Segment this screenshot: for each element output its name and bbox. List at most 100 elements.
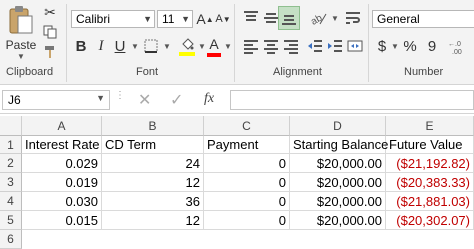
paste-button[interactable]: Paste ▼ [4,2,38,62]
align-center-button[interactable] [262,36,280,56]
bottom-align-button[interactable] [278,6,300,30]
name-box[interactable]: J6 ▼ [2,90,110,110]
data-cell[interactable]: ($21,881.03) [386,192,474,211]
column-header-e[interactable]: E [386,116,474,136]
bold-button[interactable]: B [72,36,90,56]
underline-button[interactable]: U [112,36,128,56]
row-header[interactable]: 3 [0,173,22,192]
format-painter-icon [45,46,54,58]
data-cell[interactable]: 12 [102,173,204,192]
svg-text:←.0: ←.0 [448,41,461,48]
data-cell[interactable]: $20,000.00 [290,154,386,173]
align-left-button[interactable] [242,36,260,56]
font-name-select[interactable]: Calibri ▼ [71,10,155,28]
header-cell-payment[interactable]: Payment [204,136,290,154]
data-cell[interactable]: ($20,383.33) [386,173,474,192]
top-align-button[interactable] [242,8,260,28]
column-header-c[interactable]: C [204,116,290,136]
cancel-icon[interactable]: ✕ [138,90,151,110]
number-group-label: Number [404,66,444,78]
data-cell[interactable]: 36 [102,192,204,211]
underline-label: U [114,37,126,55]
format-painter-button[interactable] [42,44,58,60]
formula-bar: J6 ▼ ⋮ ✕ ✓ fx [0,86,474,114]
group-divider [368,4,369,82]
number-format-select[interactable]: General [372,10,474,28]
row-header[interactable]: 5 [0,211,22,230]
borders-button[interactable] [143,38,159,54]
row-header[interactable]: 2 [0,154,22,173]
data-cell[interactable]: ($20,302.07) [386,211,474,230]
font-color-button[interactable]: A [206,36,222,58]
data-cell[interactable]: 0 [204,154,290,173]
data-cell[interactable]: ($21,192.82) [386,154,474,173]
chevron-down-icon[interactable]: ▼ [391,42,399,51]
shrink-font-icon: A [215,13,223,25]
merge-center-button[interactable] [346,36,364,56]
header-cell-starting-balance[interactable]: Starting Balance [290,136,388,154]
fill-color-button[interactable] [178,36,196,58]
formula-input[interactable] [230,90,474,110]
orientation-button[interactable]: ab [308,8,330,28]
data-cell[interactable]: 0 [204,192,290,211]
increase-font-size-button[interactable]: A ▲ [196,10,213,28]
percent-icon: % [403,37,417,55]
data-cell[interactable]: 0.015 [22,211,102,230]
column-header-a[interactable]: A [22,116,102,136]
data-cell[interactable]: 0.019 [22,173,102,192]
font-group-label: Font [136,66,159,78]
align-right-button[interactable] [282,36,300,56]
accounting-format-button[interactable]: $ [374,36,390,56]
wrap-text-button[interactable] [344,8,362,28]
data-cell[interactable]: 0 [204,211,290,230]
data-cell[interactable]: 12 [102,211,204,230]
chevron-down-icon[interactable]: ▼ [224,42,232,51]
column-header-d[interactable]: D [290,116,386,136]
data-cell[interactable]: 0.030 [22,192,102,211]
data-cell[interactable]: $20,000.00 [290,192,386,211]
data-cell[interactable]: 24 [102,154,204,173]
increase-decimal-button[interactable]: ←.0.00 [446,36,472,56]
svg-text:.00: .00 [452,49,462,55]
column-header-b[interactable]: B [102,116,204,136]
italic-button[interactable]: I [94,36,108,56]
comma-style-button[interactable]: 9 [424,36,440,56]
grow-font-icon: A [196,11,206,27]
select-all-corner[interactable] [0,116,22,136]
header-cell-future-value[interactable]: Future Value [386,136,474,154]
data-cell[interactable]: 0.029 [22,154,102,173]
chevron-down-icon[interactable]: ▼ [331,14,339,23]
data-cell[interactable]: $20,000.00 [290,211,386,230]
percent-style-button[interactable]: % [401,36,419,56]
cut-button[interactable]: ✂ [42,4,58,20]
header-cell-cd-term[interactable]: CD Term [102,136,204,154]
enter-icon[interactable]: ✓ [170,90,183,110]
font-color-swatch [207,53,221,57]
chevron-down-icon: ▼ [181,14,190,24]
decrease-font-size-button[interactable]: A ▼ [215,10,231,28]
merge-center-icon [347,40,363,52]
group-divider [66,4,67,82]
chevron-down-icon[interactable]: ▼ [131,42,139,51]
data-cell[interactable]: 0 [204,173,290,192]
bold-label: B [75,37,87,55]
decrease-indent-button[interactable] [306,36,324,56]
number-format-value: General [377,12,420,26]
insert-function-icon[interactable]: fx [204,91,214,107]
data-cell[interactable]: $20,000.00 [290,173,386,192]
decrease-indent-icon [308,40,322,52]
worksheet-grid: A B C D E 1 2 3 4 5 6 Interest Rate CD T… [0,116,474,249]
row-header[interactable]: 4 [0,192,22,211]
chevron-down-icon: ▼ [143,14,152,24]
row-header[interactable]: 1 [0,136,22,154]
font-size-select[interactable]: 11 ▼ [157,10,193,28]
header-cell-interest-rate[interactable]: Interest Rate [22,136,102,154]
align-center-icon [264,40,278,54]
chevron-down-icon[interactable]: ▼ [163,42,171,51]
copy-button[interactable] [42,24,58,40]
align-left-icon [244,40,258,54]
increase-indent-button[interactable] [326,36,344,56]
comma-icon: 9 [427,37,437,55]
fill-color-swatch [179,52,195,56]
chevron-down-icon[interactable]: ▼ [198,42,206,51]
